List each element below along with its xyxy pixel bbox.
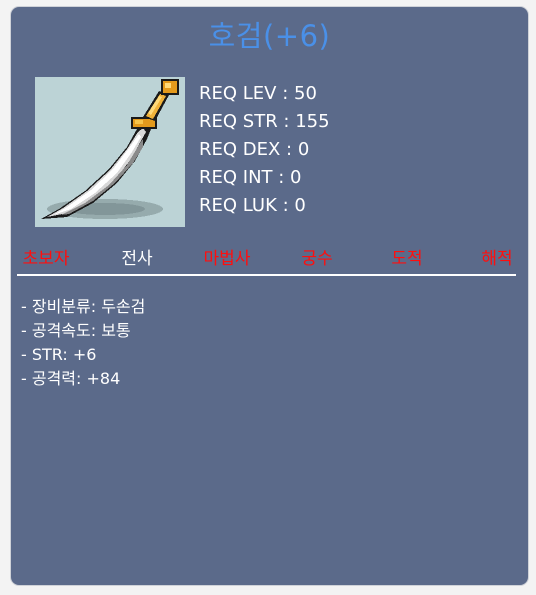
req-str: REQ STR : 155 bbox=[199, 111, 330, 132]
job-warrior: 전사 bbox=[121, 249, 153, 269]
req-level: REQ LEV : 50 bbox=[199, 83, 317, 104]
stat-attack: - 공격력: +84 bbox=[21, 369, 121, 388]
divider bbox=[17, 274, 516, 276]
stat-equip-type: - 장비분류: 두손검 bbox=[21, 297, 146, 316]
req-luk: REQ LUK : 0 bbox=[199, 195, 306, 216]
item-name: 호검(+6) bbox=[208, 19, 331, 53]
requirements-list: REQ LEV : 50 REQ STR : 155 REQ DEX : 0 R… bbox=[199, 80, 330, 220]
job-beginner: 초보자 bbox=[22, 249, 70, 269]
stats-list: - 장비분류: 두손검 - 공격속도: 보통 - STR: +6 - 공격력: … bbox=[21, 295, 145, 391]
stat-attack-speed: - 공격속도: 보통 bbox=[21, 321, 131, 340]
job-bowman: 궁수 bbox=[301, 249, 333, 269]
job-thief: 도적 bbox=[391, 249, 423, 269]
job-pirate: 해적 bbox=[481, 249, 513, 269]
job-list: 초보자 전사 마법사 궁수 도적 해적 bbox=[11, 244, 528, 269]
stat-str: - STR: +6 bbox=[21, 345, 97, 364]
req-int: REQ INT : 0 bbox=[199, 167, 302, 188]
two-handed-sword-icon bbox=[35, 77, 185, 227]
job-magician: 마법사 bbox=[203, 249, 251, 269]
item-tooltip: 호검(+6) REQ LEV: 50 REQ STR: 155 REQ DE… bbox=[11, 7, 528, 585]
req-dex: REQ DEX : 0 bbox=[199, 139, 310, 160]
